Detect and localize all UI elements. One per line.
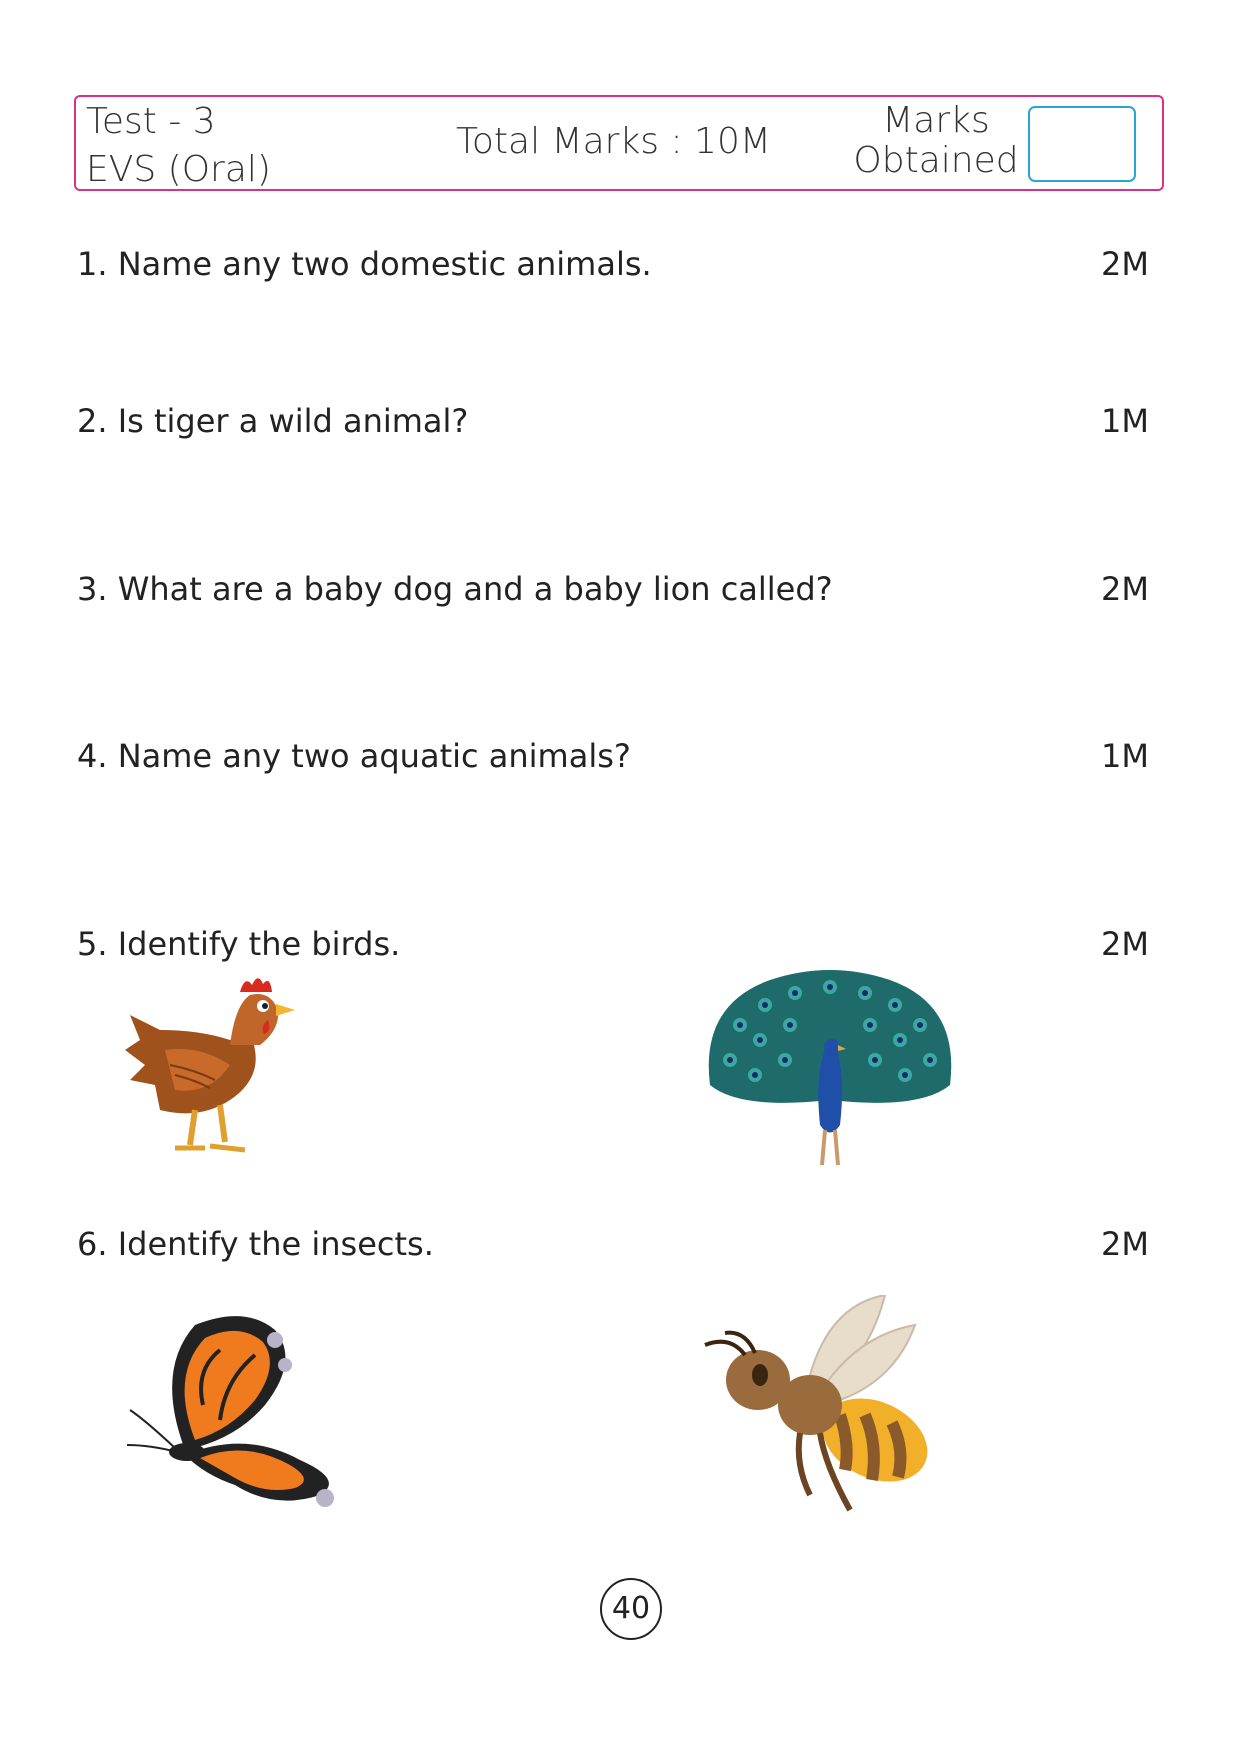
page-number: 40 (600, 1578, 662, 1640)
question-6: 6. Identify the insects. (77, 1225, 434, 1263)
question-5-marks: 2M (1101, 925, 1149, 963)
question-3-marks: 2M (1101, 570, 1149, 608)
marks-obtained-label: Marks Obtained (853, 100, 1019, 181)
subject-title: EVS (Oral) (86, 149, 271, 190)
question-4-marks: 1M (1101, 737, 1149, 775)
question-6-marks: 2M (1101, 1225, 1149, 1263)
question-2: 2. Is tiger a wild animal? (77, 402, 469, 440)
test-header: Test - 3 EVS (Oral) Total Marks : 10M Ma… (74, 95, 1164, 191)
bee-image (704, 1295, 928, 1512)
total-marks: Total Marks : 10M (456, 121, 771, 162)
hen-image (125, 978, 295, 1153)
marks-obtained-box[interactable] (1028, 106, 1136, 182)
question-3: 3. What are a baby dog and a baby lion c… (77, 570, 833, 608)
question-2-marks: 1M (1101, 402, 1149, 440)
question-1: 1. Name any two domestic animals. (77, 245, 652, 283)
question-1-marks: 2M (1101, 245, 1149, 283)
test-number: Test - 3 (86, 101, 216, 142)
butterfly-image (126, 1316, 334, 1507)
question-4: 4. Name any two aquatic animals? (77, 737, 631, 775)
peacock-image (708, 970, 952, 1166)
question-5: 5. Identify the birds. (77, 925, 401, 963)
